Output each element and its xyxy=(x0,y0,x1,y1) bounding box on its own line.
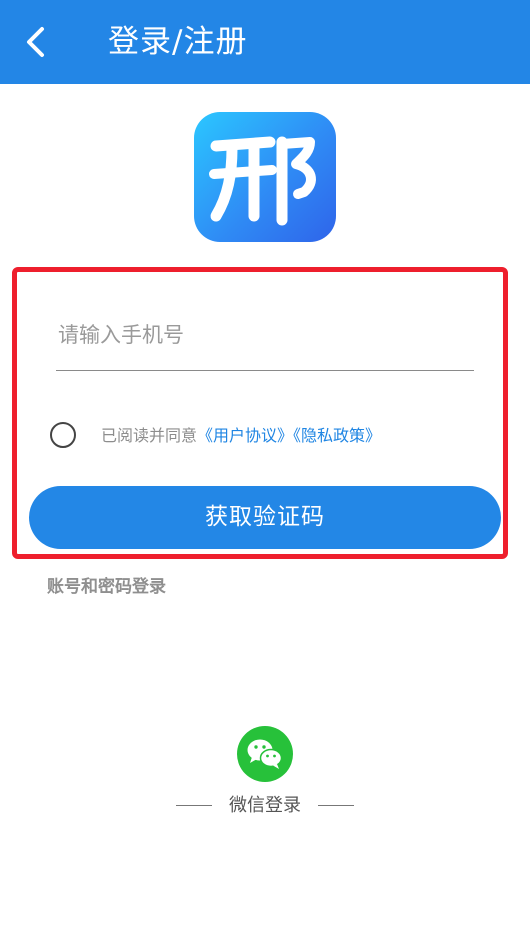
divider-line-left xyxy=(176,805,212,806)
privacy-policy-link[interactable]: 《隐私政策》 xyxy=(293,426,381,445)
password-login-link[interactable]: 账号和密码登录 xyxy=(47,574,166,600)
agreement-text: 已阅读并同意《用户协议》《隐私政策》 xyxy=(101,424,381,448)
app-logo xyxy=(194,112,336,242)
wechat-login-label[interactable]: 微信登录 xyxy=(224,792,306,820)
wechat-login-caption: 微信登录 xyxy=(176,792,354,820)
agreement-radio[interactable] xyxy=(50,422,76,448)
back-button[interactable] xyxy=(12,18,60,66)
input-underline xyxy=(56,370,474,371)
get-code-button[interactable]: 获取验证码 xyxy=(29,486,501,549)
user-agreement-link[interactable]: 《用户协议》 xyxy=(197,426,293,445)
wechat-login-button[interactable] xyxy=(237,726,293,782)
phone-input[interactable] xyxy=(56,312,474,358)
top-app-bar: 登录/注册 xyxy=(0,0,530,84)
chevron-left-icon xyxy=(27,27,44,57)
page-title: 登录/注册 xyxy=(108,24,248,60)
wechat-icon xyxy=(247,739,283,769)
agreement-prefix: 已阅读并同意 xyxy=(101,426,198,445)
login-register-page: 登录/注册 已阅读并同意《用户协议》《隐私政策》 获取验证码 账号和密码登录 xyxy=(0,0,530,943)
divider-line-right xyxy=(318,805,354,806)
app-logo-mark xyxy=(209,136,316,226)
